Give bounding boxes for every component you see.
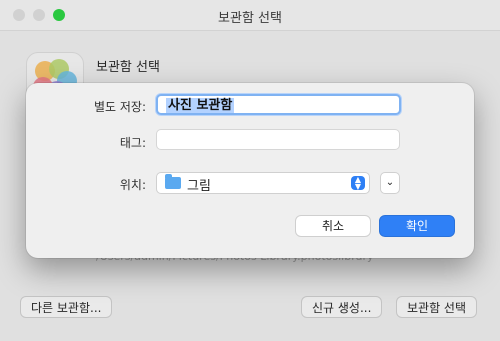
updown-chevron-icon: ▲ ▼ bbox=[351, 176, 365, 191]
where-value: 그림 bbox=[187, 179, 211, 194]
ok-button[interactable]: 확인 bbox=[379, 215, 455, 237]
title-bar: 보관함 선택 bbox=[0, 0, 500, 31]
chevron-down-icon: ⌄ bbox=[385, 177, 395, 188]
window-title: 보관함 선택 bbox=[218, 11, 282, 26]
folder-icon bbox=[165, 174, 181, 189]
expand-button[interactable]: ⌄ bbox=[380, 172, 400, 194]
tags-field[interactable] bbox=[156, 129, 400, 150]
where-label: 위치: bbox=[119, 178, 146, 192]
where-popup[interactable]: 그림 ▲ ▼ bbox=[156, 172, 370, 194]
cancel-button[interactable]: 취소 bbox=[295, 215, 371, 237]
save-as-field[interactable]: 사진 보관함 bbox=[156, 94, 401, 115]
save-sheet: 별도 저장: 사진 보관함 태그: 위치: 그림 ▲ ▼ ⌄ 취소 확인 bbox=[26, 83, 474, 258]
save-as-value: 사진 보관함 bbox=[166, 98, 235, 113]
save-as-label: 별도 저장: bbox=[93, 100, 146, 114]
tags-label: 태그: bbox=[119, 136, 146, 150]
